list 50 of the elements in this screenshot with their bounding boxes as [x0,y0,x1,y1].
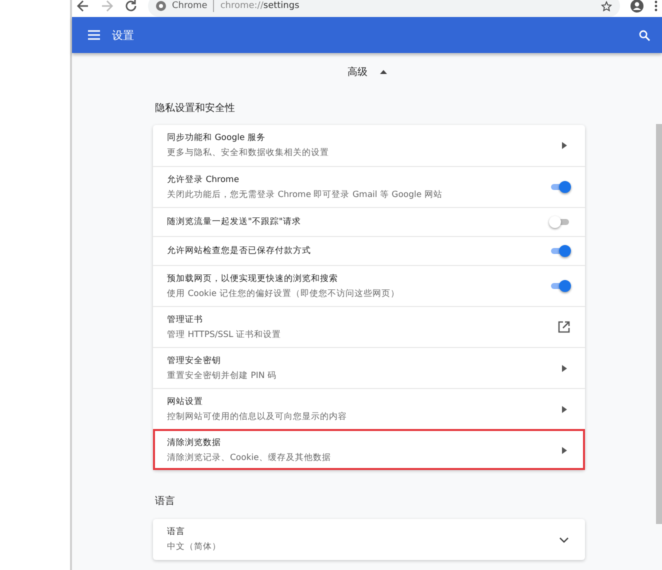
external-link-icon[interactable] [557,320,571,334]
settings-row[interactable]: 同步功能和 Google 服务 更多与隐私、安全和数据收集相关的设置 [153,125,585,166]
row-description: 管理 HTTPS/SSL 证书和设置 [167,328,282,340]
toggle-switch[interactable] [549,180,571,194]
settings-row[interactable]: 网站设置 控制网站可使用的信息以及可向您显示的内容 [153,388,585,429]
toggle-switch[interactable] [549,244,571,258]
row-title: 允许网站检查您是否已保存付款方式 [167,245,312,257]
settings-row[interactable]: 允许网站检查您是否已保存付款方式 [153,236,585,265]
site-label: Chrome [172,1,208,11]
settings-row[interactable]: 清除浏览数据 清除浏览记录、Cookie、缓存及其他数据 [153,429,585,470]
address-bar[interactable]: Chrome chrome://settings [148,0,620,17]
caret-icon [380,70,386,74]
toggle-switch[interactable] [549,279,571,293]
menu-icon[interactable] [654,0,658,13]
row-title: 管理证书 [167,314,204,326]
chrome-icon [156,1,166,11]
row-description: 清除浏览记录、Cookie、缓存及其他数据 [167,452,332,464]
row-title: 随浏览流量一起发送"不跟踪"请求 [167,216,302,228]
settings-row[interactable]: 管理证书 管理 HTTPS/SSL 证书和设置 [153,306,585,347]
account-icon[interactable] [630,0,644,13]
settings-row[interactable]: 语言 中文（简体） [153,519,585,560]
settings-row[interactable]: 随浏览流量一起发送"不跟踪"请求 [153,207,585,236]
row-description: 更多与隐私、安全和数据收集相关的设置 [167,147,330,159]
settings-row[interactable]: 管理安全密钥 重置安全密钥并创建 PIN 码 [153,347,585,388]
row-title: 同步功能和 Google 服务 [167,132,266,144]
row-description: 使用 Cookie 记住您的偏好设置（即使您不访问这些网页） [167,288,400,300]
row-title: 清除浏览数据 [167,436,222,448]
settings-row[interactable]: 预加载网页，以便实现更快速的浏览和搜索 使用 Cookie 记住您的偏好设置（即使您不访问这些网页） [153,265,585,306]
toggle-switch[interactable] [549,215,571,229]
reload-icon[interactable] [124,0,138,13]
page-title: 设置 [112,28,135,42]
row-description: 控制网站可使用的信息以及可向您显示的内容 [167,410,348,422]
back-arrow-icon[interactable] [76,0,90,13]
search-icon[interactable] [639,30,650,40]
row-title: 管理安全密钥 [167,354,222,366]
menu-icon[interactable] [88,30,100,40]
section-title: 语言 [155,494,176,508]
row-title: 允许登录 Chrome [167,174,240,186]
scrollbar-thumb[interactable] [656,124,662,524]
row-description: 关闭此功能后，您无需登录 Chrome 即可登录 Gmail 等 Google 网站 [167,188,444,200]
row-title: 网站设置 [167,396,204,408]
row-title: 预加载网页，以便实现更快速的浏览和搜索 [167,272,339,284]
star-icon[interactable] [601,0,612,12]
row-description: 重置安全密钥并创建 PIN 码 [167,370,278,382]
row-title: 语言 [167,526,186,538]
url-text: chrome://settings [220,1,300,11]
section-title: 隐私设置和安全性 [155,102,236,115]
advanced-toggle[interactable]: 高级 [348,65,386,79]
row-description: 中文（简体） [167,541,222,553]
settings-row[interactable]: 允许登录 Chrome 关闭此功能后，您无需登录 Chrome 即可登录 Gmail 等 Google 网站 [153,166,585,207]
